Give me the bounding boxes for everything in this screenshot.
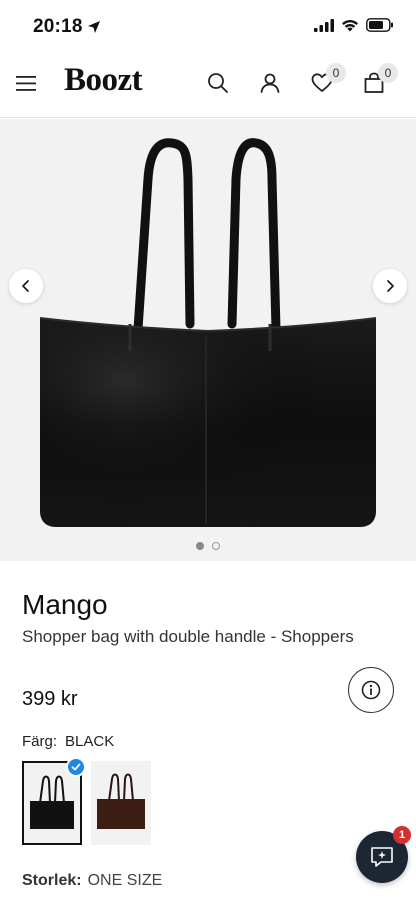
hamburger-menu-icon (16, 76, 36, 91)
wifi-icon (342, 19, 358, 31)
status-icons (314, 18, 394, 32)
boozt-logo[interactable]: Boozt (64, 62, 143, 99)
product-price: 399 kr (22, 688, 78, 710)
gallery-pagination (0, 542, 416, 552)
size-value: ONE SIZE (87, 872, 163, 889)
chat-notification-badge: 1 (393, 826, 411, 844)
battery-icon (366, 18, 393, 32)
wishlist-button[interactable]: 0 (310, 63, 346, 99)
color-swatch-black[interactable] (22, 757, 86, 845)
next-image-button[interactable] (373, 269, 407, 303)
info-icon (361, 680, 381, 700)
chat-sparkle-icon (371, 847, 393, 867)
color-label: Färg: (22, 733, 58, 750)
color-swatch-brown[interactable] (91, 761, 151, 845)
user-icon (260, 73, 280, 93)
wishlist-count-badge: 0 (326, 63, 346, 83)
location-arrow-icon (87, 21, 100, 33)
search-button[interactable] (206, 71, 234, 99)
menu-button[interactable] (14, 71, 40, 97)
pagination-dot-2[interactable] (212, 542, 220, 550)
search-icon (208, 73, 228, 93)
cart-count-badge: 0 (378, 63, 398, 83)
chevron-right-icon (387, 280, 394, 292)
status-bar: 20:18 (0, 0, 416, 52)
size-row: Storlek: ONE SIZE (22, 872, 162, 890)
pagination-dot-1[interactable] (196, 542, 204, 550)
selected-check-icon (66, 757, 86, 777)
previous-image-button[interactable] (9, 269, 43, 303)
color-row: Färg: BLACK (22, 733, 114, 750)
cellular-signal-icon (314, 18, 334, 32)
product-name: Shopper bag with double handle - Shopper… (22, 627, 354, 646)
time-text: 20:18 (33, 16, 83, 37)
product-brand[interactable]: Mango (22, 589, 108, 621)
account-button[interactable] (258, 71, 286, 99)
status-time: 20:18 (33, 16, 101, 38)
cart-button[interactable]: 0 (362, 63, 398, 99)
product-info-button[interactable] (348, 667, 394, 713)
app-header: Boozt 0 0 (0, 52, 416, 118)
color-value: BLACK (65, 733, 115, 750)
swatch-image-brown-bag (97, 773, 145, 829)
product-image-gallery[interactable] (0, 119, 416, 561)
chat-assistant-button[interactable]: 1 (356, 826, 411, 883)
chevron-left-icon (22, 280, 29, 292)
product-image-black-tote (39, 138, 377, 527)
size-label: Storlek: (22, 872, 82, 889)
